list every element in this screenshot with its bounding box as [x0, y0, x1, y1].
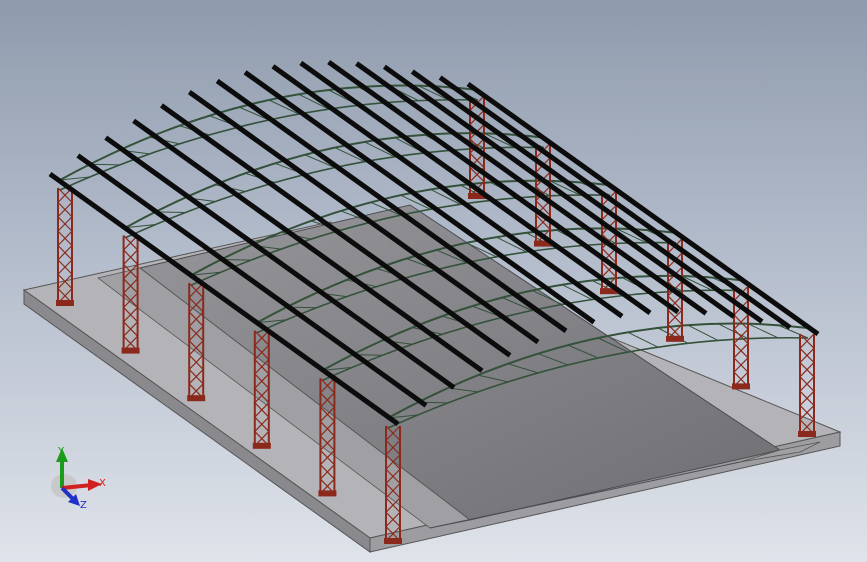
graphics-viewport[interactable]: Y X Z [0, 0, 867, 562]
triad-x-label: X [99, 478, 106, 489]
triad-y-label: Y [58, 446, 65, 457]
roof-truss [59, 84, 479, 191]
triad-z-label: Z [80, 500, 87, 511]
steel-structure-model[interactable] [0, 0, 867, 562]
